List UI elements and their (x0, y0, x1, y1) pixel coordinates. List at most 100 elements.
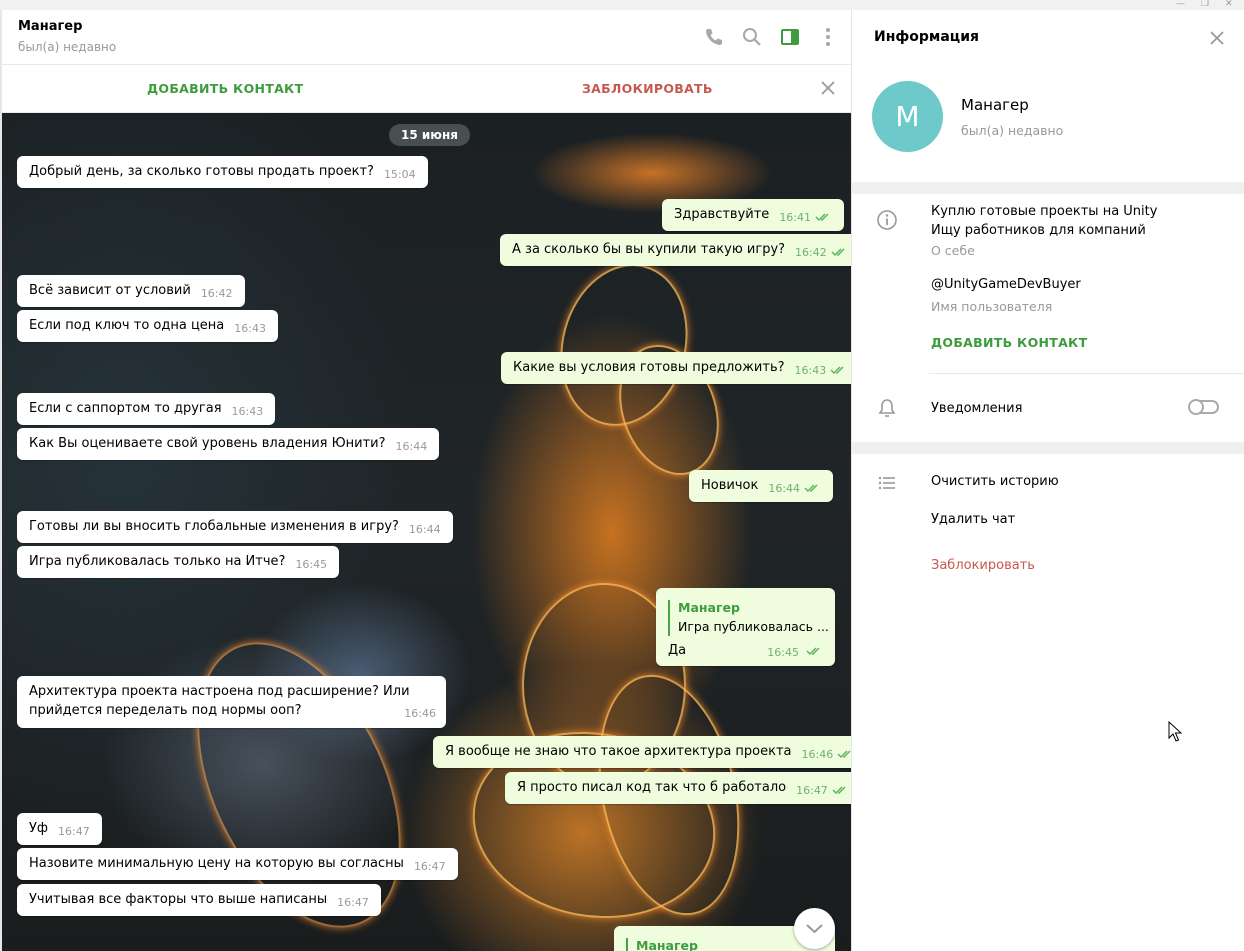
message-text: Учитывая все факторы что выше написаны (29, 892, 328, 907)
search-icon[interactable] (741, 26, 763, 48)
notifications-label: Уведомления (931, 401, 1023, 416)
message-incoming[interactable]: Всё зависит от условий 16:42 (17, 275, 245, 307)
message-outgoing[interactable]: Я просто писал код так что б работало 16:… (505, 772, 851, 804)
username-text[interactable]: @UnityGameDevBuyer (931, 277, 1081, 292)
avatar[interactable]: М (872, 81, 943, 152)
message-incoming[interactable]: Уф 16:47 (17, 813, 102, 845)
double-check-icon (806, 647, 820, 656)
message-text: Уф (29, 821, 49, 836)
block-user-button[interactable]: Заблокировать (931, 558, 1035, 573)
message-time: 16:45 (295, 558, 328, 571)
message-time: 16:47 (58, 825, 90, 838)
block-button[interactable]: ЗАБЛОКИРОВАТЬ (582, 81, 713, 96)
message-time: 16:43 (234, 322, 266, 335)
message-time: 16:46 (801, 748, 834, 761)
message-text: А за сколько бы вы купили такую игру? (512, 242, 786, 257)
message-incoming[interactable]: Игра публиковалась только на Итче? 16:45 (17, 546, 340, 578)
close-icon[interactable] (1208, 29, 1226, 47)
reply-quote-text: Игра публиковалась ... (678, 619, 829, 634)
maximize-button[interactable]: ❐ (1201, 0, 1209, 9)
info-panel: Информация М Манагер был(а) недавно Купл… (851, 10, 1244, 951)
message-time: 15:04 (383, 168, 416, 181)
delete-chat-button[interactable]: Удалить чат (931, 512, 1015, 527)
message-time: 16:42 (200, 287, 233, 300)
message-text: Новичок (701, 478, 759, 493)
double-check-icon (804, 484, 818, 493)
reply-author: Манагер (636, 938, 698, 951)
reply-quote-bar (626, 938, 628, 951)
message-text: Да (668, 643, 687, 658)
message-time: 16:43 (794, 364, 827, 377)
reply-author: Манагер (678, 600, 740, 615)
message-text: Если под ключ то одна цена (29, 318, 225, 333)
message-time: 16:47 (337, 896, 369, 909)
message-text: Назовите минимальную цену на которую вы … (29, 856, 404, 871)
message-time: 16:43 (231, 405, 264, 418)
message-incoming[interactable]: Готовы ли вы вносить глобальные изменени… (17, 511, 453, 543)
message-text: Здравствуйте (674, 207, 770, 222)
reply-quote-bar (668, 600, 670, 636)
mouse-cursor-icon (1168, 721, 1182, 742)
message-text: Всё зависит от условий (29, 283, 191, 298)
window-titlebar (0, 0, 1244, 10)
close-window-button[interactable]: ✕ (1225, 0, 1233, 9)
contact-action-bar: ДОБАВИТЬ КОНТАКТ ЗАБЛОКИРОВАТЬ (2, 65, 851, 113)
message-text: Архитектура проекта настроена под расшир… (29, 684, 410, 718)
chat-status: был(а) недавно (18, 40, 117, 54)
message-text: Игра публиковалась только на Итче? (29, 554, 286, 569)
chat-pane: Манагер был(а) недавно ДОБАВИТЬ КОНТАКТ … (2, 10, 851, 951)
sidebar-toggle-icon[interactable] (779, 26, 801, 48)
message-incoming[interactable]: Если с саппортом то другая 16:43 (17, 393, 276, 425)
message-incoming[interactable]: Как Вы оцениваете свой уровень владения … (17, 428, 440, 460)
double-check-icon (831, 248, 845, 257)
message-time: 16:41 (779, 211, 812, 224)
message-text: Я просто писал код так что б работало (517, 780, 787, 795)
message-incoming[interactable]: Архитектура проекта настроена под расшир… (17, 676, 446, 728)
add-contact-link[interactable]: ДОБАВИТЬ КОНТАКТ (931, 335, 1087, 350)
message-text: Добрый день, за сколько готовы продать п… (29, 164, 374, 179)
bell-icon (878, 399, 896, 417)
chevron-down-icon (806, 924, 823, 934)
message-text: Какие вы условия готовы предложить? (513, 360, 785, 375)
message-incoming[interactable]: Если под ключ то одна цена 16:43 (17, 310, 278, 342)
profile-name: Манагер (961, 96, 1029, 114)
about-label: О себе (931, 243, 975, 258)
divider (929, 373, 1244, 374)
message-incoming[interactable]: Назовите минимальную цену на которую вы … (17, 848, 458, 880)
profile-status: был(а) недавно (961, 123, 1064, 138)
double-check-icon (837, 750, 851, 759)
message-outgoing[interactable]: Какие вы условия готовы предложить? 16:43 (501, 352, 851, 384)
message-incoming[interactable]: Учитывая все факторы что выше написаны 16… (17, 884, 381, 916)
double-check-icon (832, 786, 846, 795)
info-icon (877, 210, 897, 230)
message-outgoing-reply[interactable]: Манагер Игра публиковалась ... Да 16:45 (656, 588, 835, 666)
double-check-icon (815, 213, 829, 222)
more-icon[interactable] (817, 26, 839, 48)
message-incoming[interactable]: Добрый день, за сколько готовы продать п… (17, 156, 428, 188)
clear-history-button[interactable]: Очистить историю (931, 474, 1059, 489)
chat-title: Манагер (18, 19, 83, 34)
message-time: 16:42 (795, 246, 827, 259)
minimize-button[interactable]: — (1176, 0, 1185, 9)
message-text: Готовы ли вы вносить глобальные изменени… (29, 519, 399, 534)
info-title: Информация (874, 29, 979, 45)
add-contact-button[interactable]: ДОБАВИТЬ КОНТАКТ (147, 81, 303, 96)
message-time: 16:44 (408, 523, 441, 536)
message-text: Если с саппортом то другая (29, 401, 222, 416)
username-label: Имя пользователя (931, 299, 1053, 314)
message-time: 16:45 (767, 646, 799, 659)
date-separator: 15 июня (389, 124, 470, 146)
notifications-toggle[interactable] (1188, 399, 1219, 415)
message-outgoing[interactable]: А за сколько бы вы купили такую игру? 16:… (500, 234, 851, 266)
close-icon[interactable] (819, 79, 837, 97)
message-time: 16:47 (413, 860, 446, 873)
message-text: Я вообще не знаю что такое архитектура п… (445, 744, 792, 759)
scroll-down-button[interactable] (794, 908, 835, 949)
section-divider (852, 182, 1244, 194)
section-divider (852, 442, 1244, 454)
chat-header[interactable]: Манагер был(а) недавно (2, 10, 851, 65)
message-outgoing[interactable]: Я вообще не знаю что такое архитектура п… (433, 736, 851, 768)
phone-icon[interactable] (703, 26, 725, 48)
message-outgoing[interactable]: Здравствуйте 16:41 (662, 199, 845, 231)
message-outgoing[interactable]: Новичок 16:44 (689, 470, 834, 502)
